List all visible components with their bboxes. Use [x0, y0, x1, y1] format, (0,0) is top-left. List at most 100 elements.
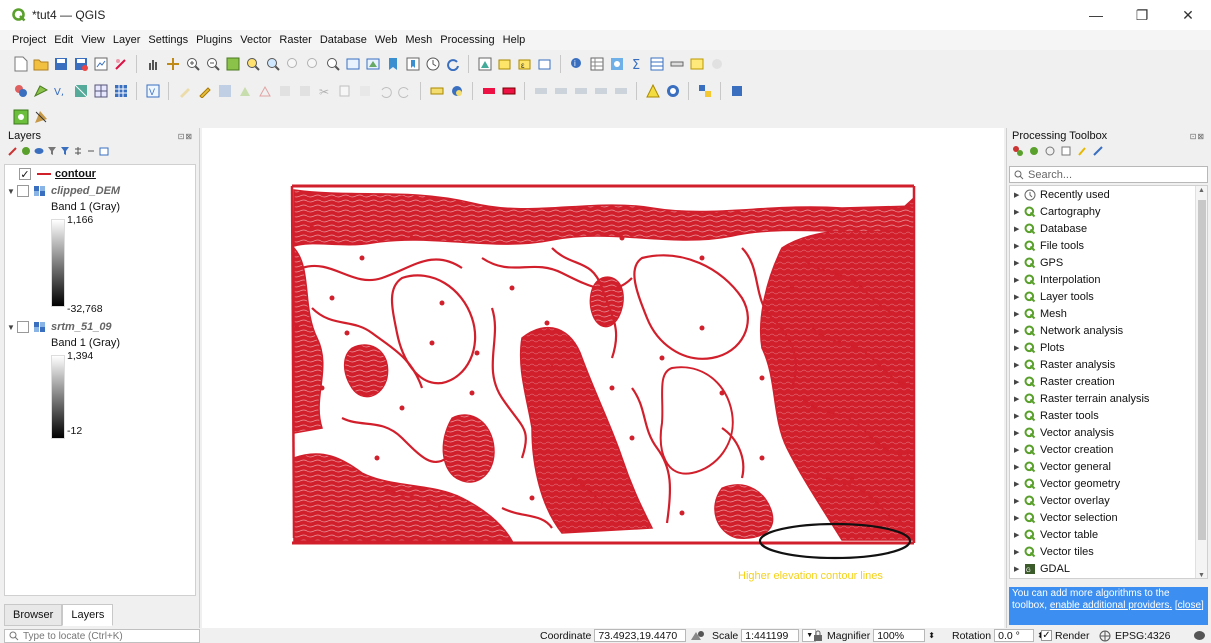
layer-row-clipped-dem[interactable]: ▼ clipped_DEM — [5, 183, 120, 199]
toggle-extents-icon[interactable] — [689, 630, 705, 642]
toolbox-item[interactable]: ▶ Raster analysis — [1010, 356, 1207, 373]
scripts-icon[interactable] — [1029, 146, 1039, 156]
filter-by-expression-icon[interactable] — [60, 146, 70, 156]
redo-icon[interactable] — [396, 83, 413, 100]
expand-arrow-icon[interactable]: ▶ — [1014, 531, 1024, 539]
layer-checkbox-clipped-dem[interactable] — [17, 185, 29, 197]
save-project-icon[interactable] — [52, 56, 69, 73]
expand-arrow-icon[interactable]: ▶ — [1014, 548, 1024, 556]
toolbox-item[interactable]: ▶ Recently used — [1010, 186, 1207, 203]
zoom-to-selection-icon[interactable] — [244, 56, 261, 73]
new-project-icon[interactable] — [12, 56, 29, 73]
attribute-table-icon-2[interactable] — [648, 56, 665, 73]
menu-vector[interactable]: Vector — [236, 34, 275, 46]
layer-checkbox-contour[interactable]: ✓ — [19, 168, 31, 181]
in-place-edit-icon[interactable] — [1077, 146, 1087, 156]
toolbox-item[interactable]: ▶ Plots — [1010, 339, 1207, 356]
tab-browser[interactable]: Browser — [4, 604, 63, 626]
manage-visibility-icon[interactable] — [34, 146, 44, 156]
move-feature-icon[interactable] — [276, 83, 293, 100]
highlight-pinned-icon[interactable] — [500, 83, 517, 100]
expand-arrow-icon[interactable]: ▶ — [1014, 514, 1024, 522]
toolbox-search-input[interactable]: Search... — [1009, 166, 1208, 183]
label-tool-icon[interactable] — [428, 83, 445, 100]
menu-view[interactable]: View — [77, 34, 109, 46]
options-icon[interactable] — [1093, 146, 1103, 156]
render-checkbox[interactable]: ✓ — [1041, 630, 1052, 641]
expand-arrow-icon[interactable]: ▶ — [1014, 395, 1024, 403]
annotation-icon[interactable] — [708, 56, 725, 73]
toolbox-item[interactable]: ▶ Vector selection — [1010, 509, 1207, 526]
python-console-icon[interactable] — [696, 83, 713, 100]
deselect-icon[interactable] — [536, 56, 553, 73]
menu-settings[interactable]: Settings — [144, 34, 192, 46]
statistics-sigma-icon[interactable]: Σ — [628, 56, 645, 73]
select-by-expression-icon[interactable]: ε — [516, 56, 533, 73]
zoom-full-icon[interactable] — [224, 56, 241, 73]
menu-processing[interactable]: Processing — [436, 34, 498, 46]
toolbox-item[interactable]: ▶ Vector general — [1010, 458, 1207, 475]
toolbox-item[interactable]: ▶ Vector geometry — [1010, 475, 1207, 492]
locator-search-input[interactable]: Type to locate (Ctrl+K) — [4, 629, 200, 643]
expand-arrow-icon[interactable]: ▶ — [1014, 565, 1024, 573]
data-source-manager-icon[interactable] — [12, 83, 29, 100]
zoom-to-layer-icon[interactable] — [264, 56, 281, 73]
expand-arrow-icon[interactable]: ▼ — [5, 187, 17, 196]
add-wms-layer-icon[interactable] — [112, 83, 129, 100]
close-button[interactable]: ✕ — [1165, 0, 1211, 30]
toolbox-item[interactable]: ▶ Vector overlay — [1010, 492, 1207, 509]
new-map-view-icon[interactable] — [344, 56, 361, 73]
add-raster-layer-icon[interactable] — [72, 83, 89, 100]
delete-feature-icon[interactable] — [296, 83, 313, 100]
minimize-button[interactable]: — — [1073, 0, 1119, 30]
menu-database[interactable]: Database — [316, 34, 371, 46]
crs-section[interactable]: EPSG:4326 — [1098, 628, 1170, 643]
label-properties-icon[interactable] — [612, 83, 629, 100]
show-hide-labels-icon[interactable] — [592, 83, 609, 100]
new-print-layout-icon[interactable] — [92, 56, 109, 73]
toolbox-item[interactable]: ▶ Raster tools — [1010, 407, 1207, 424]
expand-arrow-icon[interactable]: ▶ — [1014, 361, 1024, 369]
scroll-up-icon[interactable]: ▲ — [1198, 187, 1205, 194]
change-label-icon[interactable] — [572, 83, 589, 100]
expand-arrow-icon[interactable]: ▶ — [1014, 259, 1024, 267]
expand-arrow-icon[interactable]: ▼ — [5, 323, 17, 332]
rotation-input[interactable]: 0.0 ° — [994, 629, 1035, 642]
expand-arrow-icon[interactable]: ▶ — [1014, 480, 1024, 488]
show-bookmarks-icon[interactable] — [404, 56, 421, 73]
expand-arrow-icon[interactable]: ▶ — [1014, 310, 1024, 318]
expand-arrow-icon[interactable]: ▶ — [1014, 344, 1024, 352]
zoom-next-icon[interactable] — [324, 56, 341, 73]
zoom-native-icon[interactable] — [284, 56, 301, 73]
temporal-controller-icon[interactable] — [424, 56, 441, 73]
pan-icon[interactable] — [144, 56, 161, 73]
expand-arrow-icon[interactable]: ▶ — [1014, 208, 1024, 216]
pan-to-selection-icon[interactable] — [164, 56, 181, 73]
magnifier-input[interactable]: 100% — [873, 629, 926, 642]
add-feature-icon[interactable] — [236, 83, 253, 100]
menu-layer[interactable]: Layer — [109, 34, 145, 46]
plugin-manager-icon[interactable] — [728, 83, 745, 100]
paste-feature-icon[interactable] — [356, 83, 373, 100]
add-group-icon[interactable] — [21, 146, 31, 156]
toolbox-item[interactable]: ▶ Raster terrain analysis — [1010, 390, 1207, 407]
save-as-icon[interactable] — [72, 56, 89, 73]
save-edits-icon[interactable] — [216, 83, 233, 100]
menu-project[interactable]: Project — [8, 34, 50, 46]
maximize-button[interactable]: ❐ — [1119, 0, 1165, 30]
expand-arrow-icon[interactable]: ▶ — [1014, 225, 1024, 233]
toolbox-item[interactable]: ▶ GPS — [1010, 254, 1207, 271]
scrollbar-thumb[interactable] — [1198, 200, 1206, 540]
info-close-link[interactable]: [close] — [1175, 600, 1204, 611]
add-virtual-layer-icon[interactable]: V — [144, 83, 161, 100]
undo-icon[interactable] — [376, 83, 393, 100]
tab-layers[interactable]: Layers — [62, 604, 114, 626]
expand-all-icon[interactable] — [73, 146, 83, 156]
results-viewer-icon[interactable] — [1061, 146, 1071, 156]
toggle-editing-icon[interactable] — [196, 83, 213, 100]
expand-arrow-icon[interactable]: ▶ — [1014, 242, 1024, 250]
expand-arrow-icon[interactable]: ▶ — [1014, 429, 1024, 437]
map-canvas[interactable]: Higher elevation contour lines — [202, 128, 1004, 628]
expand-arrow-icon[interactable]: ▶ — [1014, 293, 1024, 301]
zoom-last-icon[interactable] — [304, 56, 321, 73]
